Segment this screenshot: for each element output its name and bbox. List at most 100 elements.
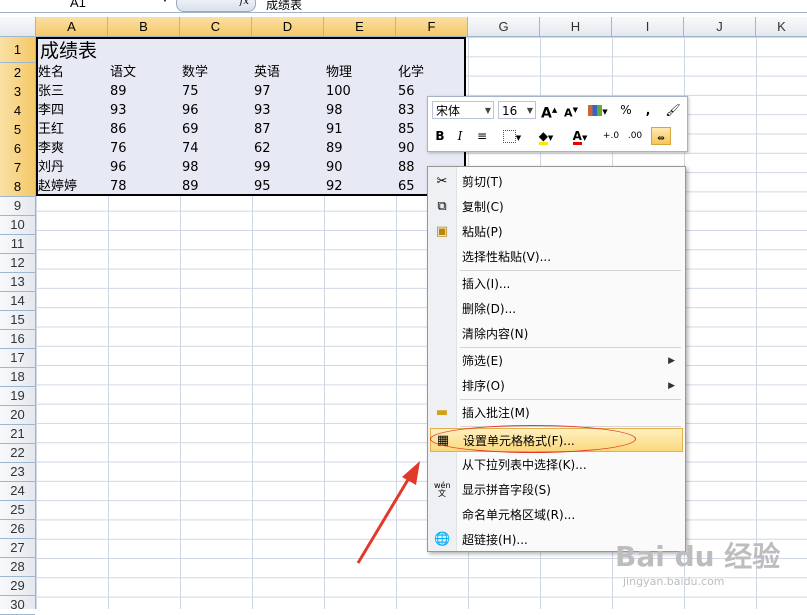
menu-item-paste-special[interactable]: 选择性粘贴(V)... bbox=[430, 245, 683, 269]
menu-item-copy[interactable]: ⧉ 复制(C) bbox=[430, 195, 683, 219]
shrink-font-button[interactable]: A▼ bbox=[563, 101, 579, 120]
row-header[interactable]: 14 bbox=[0, 291, 35, 311]
name-box[interactable]: A1 ▼ bbox=[0, 0, 172, 12]
column-header-j[interactable]: J bbox=[684, 17, 756, 36]
comma-style-button[interactable]: , bbox=[640, 101, 656, 119]
score-cell[interactable]: 91 bbox=[326, 120, 343, 139]
menu-item-sort[interactable]: 排序(O) ▶ bbox=[430, 374, 683, 398]
row-header[interactable]: 13 bbox=[0, 272, 35, 292]
score-cell[interactable]: 87 bbox=[254, 120, 271, 139]
italic-button[interactable]: I bbox=[452, 127, 468, 145]
menu-item-filter[interactable]: 筛选(E) ▶ bbox=[430, 349, 683, 373]
column-header-e[interactable]: E bbox=[324, 17, 396, 36]
row-header[interactable]: 20 bbox=[0, 405, 35, 425]
score-cell[interactable]: 96 bbox=[182, 101, 199, 120]
score-cell[interactable]: 90 bbox=[326, 158, 343, 177]
header-cell[interactable]: 数学 bbox=[182, 63, 208, 82]
menu-item-paste[interactable]: ▣ 粘贴(P) bbox=[430, 220, 683, 244]
row-header[interactable]: 17 bbox=[0, 348, 35, 368]
score-cell[interactable]: 85 bbox=[398, 120, 415, 139]
column-header-a[interactable]: A bbox=[36, 17, 108, 36]
header-cell[interactable]: 语文 bbox=[110, 63, 136, 82]
menu-item-define-name[interactable]: 命名单元格区域(R)... bbox=[430, 503, 683, 527]
font-name-select[interactable]: 宋体 ▼ bbox=[432, 101, 494, 119]
select-all-corner[interactable] bbox=[0, 17, 36, 36]
score-cell[interactable]: 89 bbox=[326, 139, 343, 158]
merge-center-button[interactable]: ⇹ bbox=[651, 127, 671, 145]
grow-font-button[interactable]: A▲ bbox=[541, 101, 557, 122]
row-header[interactable]: 7 bbox=[0, 158, 35, 178]
score-cell[interactable]: 98 bbox=[326, 101, 343, 120]
sheet-title-cell[interactable]: 成绩表 bbox=[40, 39, 97, 62]
column-header-k[interactable]: K bbox=[756, 17, 807, 36]
score-cell[interactable]: 93 bbox=[254, 101, 271, 120]
score-cell[interactable]: 75 bbox=[182, 82, 199, 101]
row-header[interactable]: 5 bbox=[0, 120, 35, 140]
score-cell[interactable]: 92 bbox=[326, 177, 343, 196]
menu-item-delete[interactable]: 删除(D)... bbox=[430, 297, 683, 321]
score-cell[interactable]: 89 bbox=[182, 177, 199, 196]
name-cell[interactable]: 赵婷婷 bbox=[38, 177, 77, 196]
percent-style-button[interactable]: % bbox=[618, 101, 634, 119]
score-cell[interactable]: 90 bbox=[398, 139, 415, 158]
font-color-button[interactable]: A▼ bbox=[566, 127, 594, 145]
score-cell[interactable]: 65 bbox=[398, 177, 415, 196]
score-cell[interactable]: 98 bbox=[182, 158, 199, 177]
header-cell[interactable]: 物理 bbox=[326, 63, 352, 82]
insert-function-button[interactable]: fx bbox=[176, 0, 256, 12]
decrease-decimal-button[interactable]: .00 bbox=[624, 127, 646, 145]
menu-item-cut[interactable]: ✂ 剪切(T) bbox=[430, 170, 683, 194]
score-cell[interactable]: 74 bbox=[182, 139, 199, 158]
column-header-d[interactable]: D bbox=[252, 17, 324, 36]
score-cell[interactable]: 62 bbox=[254, 139, 271, 158]
menu-item-clear-contents[interactable]: 清除内容(N) bbox=[430, 322, 683, 346]
name-cell[interactable]: 李四 bbox=[38, 101, 64, 120]
menu-item-show-phonetic[interactable]: wén 文 显示拼音字段(S) bbox=[430, 478, 683, 502]
name-cell[interactable]: 刘丹 bbox=[38, 158, 64, 177]
chevron-down-icon[interactable]: ▼ bbox=[160, 0, 170, 5]
score-cell[interactable]: 89 bbox=[110, 82, 127, 101]
bold-button[interactable]: B bbox=[432, 127, 448, 145]
menu-item-insert[interactable]: 插入(I)... bbox=[430, 272, 683, 296]
name-cell[interactable]: 张三 bbox=[38, 82, 64, 101]
score-cell[interactable]: 99 bbox=[254, 158, 271, 177]
format-painter-button[interactable]: 🖌 bbox=[664, 101, 682, 119]
row-header[interactable]: 22 bbox=[0, 443, 35, 463]
row-header[interactable]: 3 bbox=[0, 82, 35, 102]
score-cell[interactable]: 86 bbox=[110, 120, 127, 139]
menu-item-insert-comment[interactable]: ▬ 插入批注(M) bbox=[430, 401, 683, 425]
align-center-button[interactable]: ≡ bbox=[474, 127, 490, 145]
score-cell[interactable]: 78 bbox=[110, 177, 127, 196]
row-header[interactable]: 25 bbox=[0, 500, 35, 520]
row-header[interactable]: 30 bbox=[0, 595, 35, 615]
column-header-b[interactable]: B bbox=[108, 17, 180, 36]
increase-decimal-button[interactable]: +.0 bbox=[600, 127, 622, 145]
name-cell[interactable]: 王红 bbox=[38, 120, 64, 139]
row-header[interactable]: 29 bbox=[0, 576, 35, 596]
row-header[interactable]: 1 bbox=[0, 37, 35, 63]
row-header[interactable]: 28 bbox=[0, 557, 35, 577]
menu-item-pick-from-list[interactable]: 从下拉列表中选择(K)... bbox=[430, 453, 683, 477]
format-style-button[interactable]: ▼ bbox=[585, 101, 611, 119]
row-header[interactable]: 9 bbox=[0, 196, 35, 216]
score-cell[interactable]: 56 bbox=[398, 82, 415, 101]
score-cell[interactable]: 83 bbox=[398, 101, 415, 120]
row-header[interactable]: 15 bbox=[0, 310, 35, 330]
row-header[interactable]: 16 bbox=[0, 329, 35, 349]
borders-button[interactable]: ▼ bbox=[498, 127, 526, 145]
score-cell[interactable]: 88 bbox=[398, 158, 415, 177]
column-header-f[interactable]: F bbox=[396, 17, 468, 36]
row-header[interactable]: 24 bbox=[0, 481, 35, 501]
column-header-g[interactable]: G bbox=[468, 17, 540, 36]
header-cell[interactable]: 姓名 bbox=[38, 63, 64, 82]
formula-input[interactable]: 成绩表 bbox=[266, 0, 302, 12]
row-header[interactable]: 23 bbox=[0, 462, 35, 482]
score-cell[interactable]: 97 bbox=[254, 82, 271, 101]
row-header[interactable]: 6 bbox=[0, 139, 35, 159]
score-cell[interactable]: 93 bbox=[110, 101, 127, 120]
header-cell[interactable]: 英语 bbox=[254, 63, 280, 82]
score-cell[interactable]: 76 bbox=[110, 139, 127, 158]
row-header[interactable]: 12 bbox=[0, 253, 35, 273]
column-header-h[interactable]: H bbox=[540, 17, 612, 36]
score-cell[interactable]: 69 bbox=[182, 120, 199, 139]
